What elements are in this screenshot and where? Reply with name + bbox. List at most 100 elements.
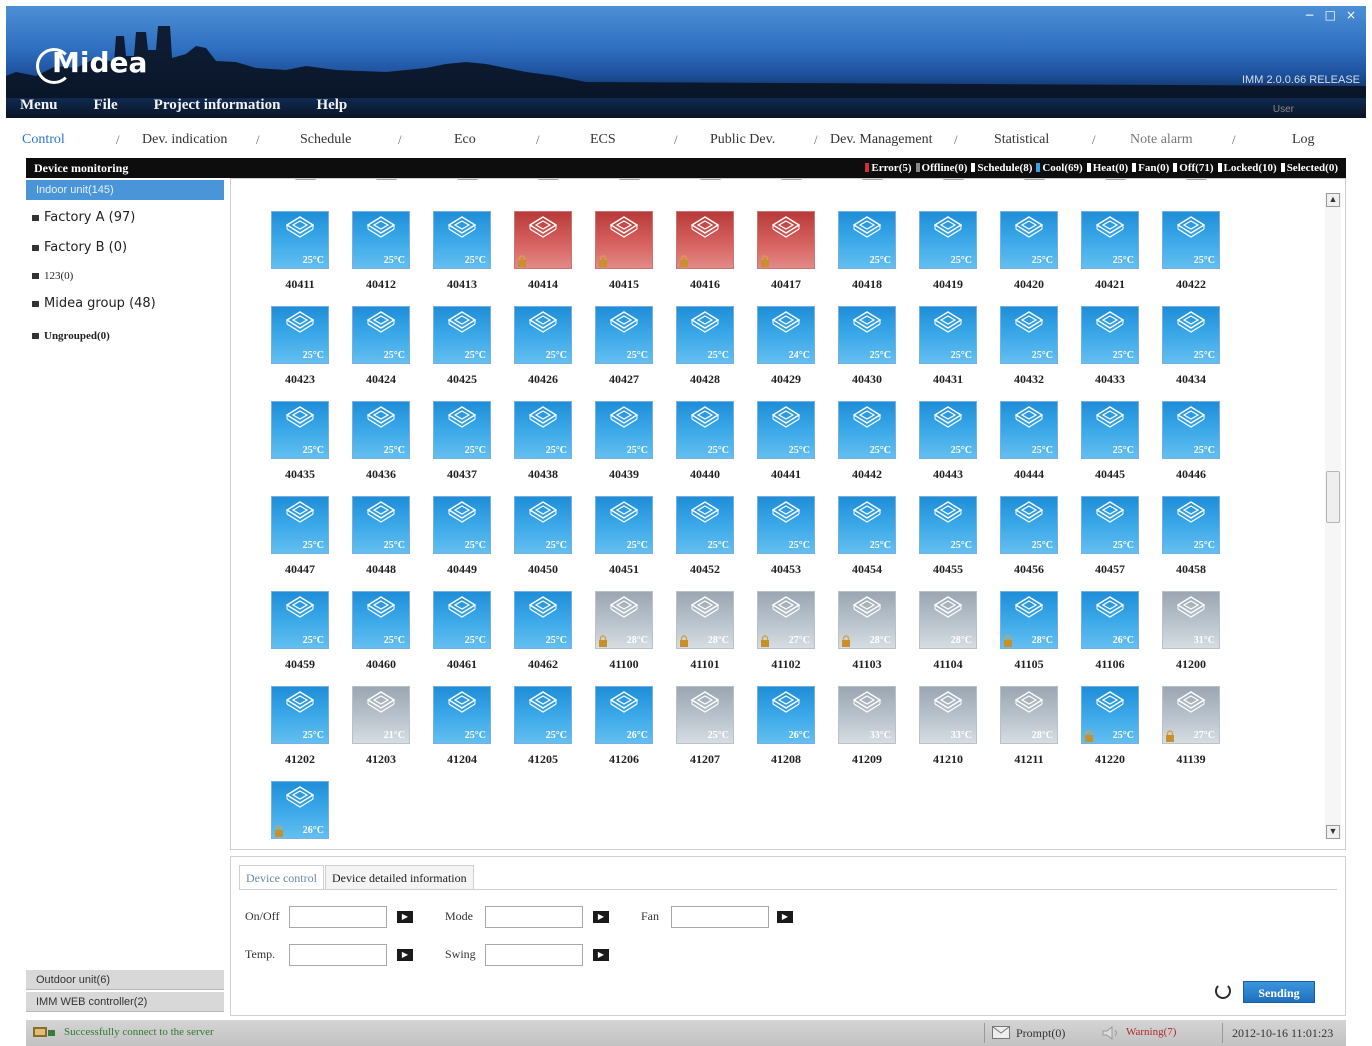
device-tile[interactable]: 25°C [352,496,410,554]
device-tile[interactable] [757,211,815,269]
device-tile[interactable]: 25°C [271,686,329,744]
sidebar-item-imm-web-controller[interactable]: IMM WEB controller(2) [26,992,224,1012]
device-tile[interactable]: 25°C [352,306,410,364]
tab-device-detailed-information[interactable]: Device detailed information [325,865,474,890]
device-tile[interactable]: 25°C [352,401,410,459]
tab-public-dev[interactable]: Public Dev. [710,132,775,148]
device-tile[interactable]: 25°C [676,401,734,459]
device-tile[interactable]: 26°C [1081,591,1139,649]
grid-scrollbar[interactable]: ▲ ▼ [1325,193,1341,839]
device-tile[interactable]: 25°C [757,401,815,459]
prompt-indicator[interactable]: Prompt(0) [1016,1026,1065,1041]
device-tile[interactable]: 25°C [433,306,491,364]
device-tile[interactable]: 25°C [433,686,491,744]
speaker-icon[interactable] [1102,1026,1122,1040]
sidebar-group-midea[interactable]: Midea group (48) [32,296,156,311]
device-tile[interactable]: 25°C [676,686,734,744]
swing-field[interactable] [485,944,583,966]
device-tile[interactable]: 26°C [271,781,329,839]
device-tile[interactable]: 28°C [1000,591,1058,649]
menu-help[interactable]: Help [316,97,347,114]
device-tile[interactable]: 27°C [757,591,815,649]
device-tile[interactable]: 25°C [352,591,410,649]
device-tile[interactable]: 33°C [838,686,896,744]
device-tile[interactable]: 25°C [595,306,653,364]
device-tile[interactable] [676,211,734,269]
scroll-down-button[interactable]: ▼ [1326,825,1340,839]
device-tile[interactable]: 33°C [919,686,977,744]
device-tile[interactable]: 31°C [1162,591,1220,649]
device-tile[interactable]: 25°C [514,401,572,459]
tab-control[interactable]: Control [22,132,65,148]
sidebar-group-factory-a[interactable]: Factory A (97) [32,210,135,225]
device-tile[interactable]: 25°C [919,401,977,459]
device-tile[interactable]: 21°C [352,686,410,744]
onoff-field[interactable] [289,906,387,928]
maximize-icon[interactable]: □ [1325,8,1336,22]
device-tile[interactable]: 25°C [919,211,977,269]
device-tile[interactable]: 25°C [1162,496,1220,554]
device-tile[interactable] [514,211,572,269]
sidebar-group-123[interactable]: 123(0) [32,270,73,282]
temp-field[interactable] [289,944,387,966]
device-tile[interactable]: 25°C [1000,306,1058,364]
device-tile[interactable]: 25°C [838,211,896,269]
device-tile[interactable]: 25°C [271,496,329,554]
device-tile[interactable]: 28°C [838,591,896,649]
sidebar-item-outdoor-unit[interactable]: Outdoor unit(6) [26,970,224,990]
mode-apply-button[interactable]: ▶ [593,911,609,923]
device-tile[interactable]: 25°C [1081,401,1139,459]
device-tile[interactable]: 25°C [838,306,896,364]
device-tile[interactable]: 25°C [514,306,572,364]
device-tile[interactable]: 25°C [1162,211,1220,269]
fan-apply-button[interactable]: ▶ [777,911,793,923]
tab-log[interactable]: Log [1292,132,1315,148]
device-tile[interactable]: 27°C [1162,686,1220,744]
device-tile[interactable]: 28°C [595,591,653,649]
device-tile[interactable]: 28°C [676,591,734,649]
sidebar-item-indoor-unit[interactable]: Indoor unit(145) [26,180,224,200]
device-tile[interactable]: 26°C [595,686,653,744]
device-tile[interactable]: 25°C [1162,306,1220,364]
sidebar-group-ungrouped[interactable]: Ungrouped(0) [32,330,110,342]
tab-device-control[interactable]: Device control [239,865,324,890]
device-tile[interactable]: 25°C [271,306,329,364]
device-tile[interactable]: 25°C [757,496,815,554]
device-tile[interactable]: 25°C [271,401,329,459]
send-button[interactable]: Sending [1243,981,1315,1003]
device-tile[interactable]: 25°C [433,496,491,554]
device-tile[interactable]: 25°C [271,591,329,649]
device-tile[interactable]: 25°C [514,496,572,554]
device-tile[interactable]: 25°C [919,496,977,554]
close-icon[interactable]: × [1346,8,1356,22]
device-tile[interactable]: 25°C [1081,686,1139,744]
sidebar-group-factory-b[interactable]: Factory B (0) [32,240,127,255]
device-tile[interactable]: 25°C [676,306,734,364]
menu-file[interactable]: File [94,97,118,114]
device-tile[interactable]: 25°C [433,211,491,269]
scroll-thumb[interactable] [1326,471,1340,523]
device-tile[interactable]: 28°C [919,591,977,649]
mode-field[interactable] [485,906,583,928]
tab-eco[interactable]: Eco [454,132,476,148]
device-tile[interactable]: 25°C [352,211,410,269]
tab-schedule[interactable]: Schedule [300,132,351,148]
device-tile[interactable]: 25°C [271,211,329,269]
device-tile[interactable]: 25°C [1081,496,1139,554]
device-tile[interactable]: 25°C [514,686,572,744]
device-tile[interactable]: 25°C [1162,401,1220,459]
swing-apply-button[interactable]: ▶ [593,949,609,961]
tab-dev-management[interactable]: Dev. Management [830,132,933,148]
onoff-apply-button[interactable]: ▶ [397,911,413,923]
fan-field[interactable] [671,906,769,928]
device-tile[interactable]: 25°C [1081,211,1139,269]
warning-indicator[interactable]: Warning(7) [1126,1026,1176,1038]
tab-statistical[interactable]: Statistical [994,132,1049,148]
device-tile[interactable]: 26°C [757,686,815,744]
menu-project-information[interactable]: Project information [154,97,281,114]
temp-apply-button[interactable]: ▶ [397,949,413,961]
device-tile[interactable]: 28°C [1000,686,1058,744]
device-tile[interactable] [595,211,653,269]
device-tile[interactable]: 25°C [1081,306,1139,364]
tab-dev-indication[interactable]: Dev. indication [142,132,227,148]
